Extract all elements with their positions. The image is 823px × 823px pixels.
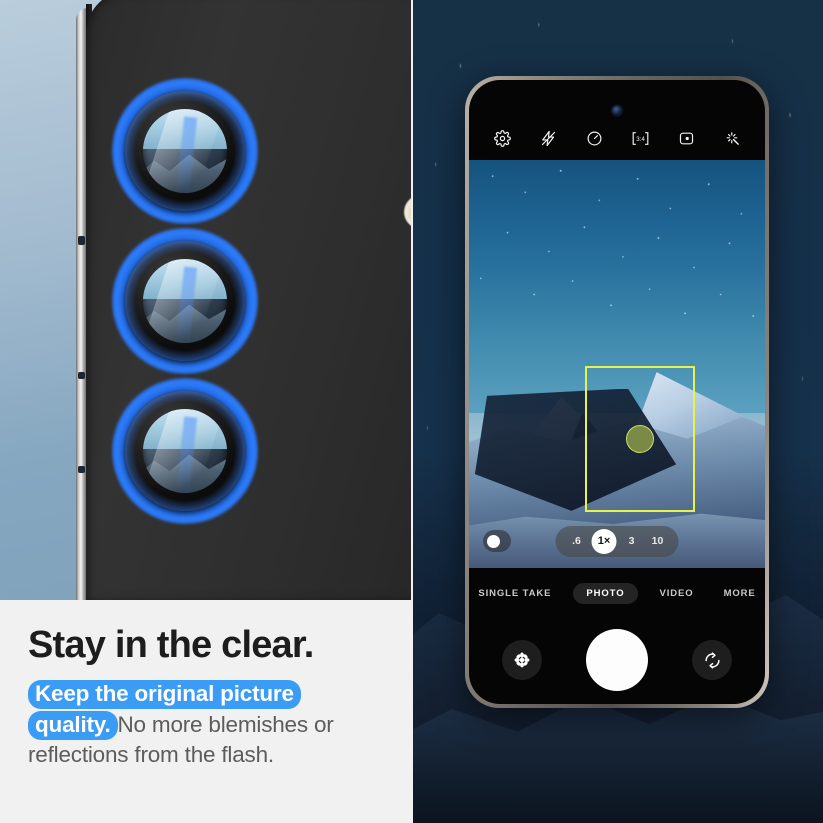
phone-screen: 3:4 .6 1× 3 10 SINGLE TAKE PHOTO VIDEO M… [469, 80, 765, 704]
mode-photo[interactable]: PHOTO [573, 582, 638, 604]
filters-icon[interactable] [721, 127, 743, 149]
camera-mode-selector: SINGLE TAKE PHOTO VIDEO MORE [469, 576, 765, 610]
lens-closeup-photo [0, 0, 411, 600]
switch-camera-icon [704, 651, 720, 669]
caption-block: Stay in the clear. Keep the original pic… [0, 600, 411, 823]
settings-icon[interactable] [491, 127, 513, 149]
phone-side-button-top [78, 236, 85, 245]
zoom-chip-0.6x[interactable]: .6 [566, 530, 588, 552]
focus-indicator-dot [626, 425, 654, 453]
ultrawide-lens-glass [143, 259, 227, 343]
camera-viewfinder[interactable]: .6 1× 3 10 [469, 160, 765, 568]
camera-controls-row [469, 614, 765, 704]
caption-subcopy: Keep the original picture quality. No mor… [28, 679, 385, 771]
promo-image-root: Stay in the clear. Keep the original pic… [0, 0, 823, 823]
shutter-button[interactable] [586, 629, 648, 691]
zoom-chip-1x[interactable]: 1× [591, 528, 617, 554]
flower-icon [514, 652, 530, 668]
zoom-chip-3x[interactable]: 3 [621, 530, 643, 552]
zoom-chip-10x[interactable]: 10 [647, 530, 669, 552]
lens-toggle-button[interactable] [483, 530, 511, 552]
wide-lens-glass [143, 109, 227, 193]
switch-camera-button[interactable] [692, 640, 732, 680]
flash-led [404, 195, 411, 229]
lens-toggle-knob [487, 534, 500, 548]
left-panel: Stay in the clear. Keep the original pic… [0, 0, 411, 823]
phone-device: 3:4 .6 1× 3 10 SINGLE TAKE PHOTO VIDEO M… [465, 76, 769, 708]
focus-box[interactable] [585, 366, 695, 512]
camera-topbar: 3:4 [469, 122, 765, 154]
svg-text:3:4: 3:4 [636, 136, 645, 143]
zoom-level-chips: .6 1× 3 10 [555, 525, 679, 557]
mode-single-take[interactable]: SINGLE TAKE [470, 583, 559, 604]
front-camera-icon [612, 106, 622, 115]
right-panel: 3:4 .6 1× 3 10 SINGLE TAKE PHOTO VIDEO M… [411, 0, 823, 823]
phone-back-body [86, 0, 411, 600]
mode-video[interactable]: VIDEO [652, 583, 702, 604]
telephoto-lens-glass [143, 409, 227, 493]
flash-off-icon[interactable] [537, 127, 559, 149]
motion-photo-icon[interactable] [675, 127, 697, 149]
zoom-controls-row: .6 1× 3 10 [469, 525, 765, 557]
mode-more[interactable]: MORE [716, 583, 764, 604]
panel-divider [411, 0, 413, 823]
phone-side-button-bottom [78, 466, 85, 473]
timer-icon[interactable] [583, 127, 605, 149]
page-title: Stay in the clear. [28, 624, 314, 666]
phone-side-button-mid [78, 372, 85, 379]
gallery-thumbnail-button[interactable] [502, 640, 542, 680]
aspect-ratio-icon[interactable]: 3:4 [629, 127, 651, 149]
